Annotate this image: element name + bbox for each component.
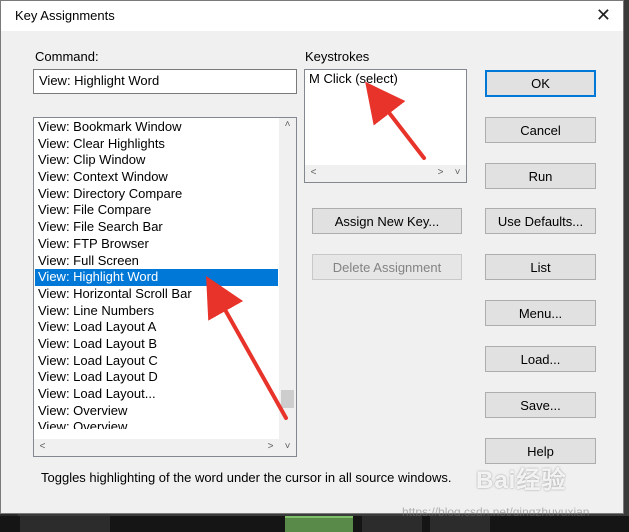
keystroke-list-item[interactable]: M Click (select): [306, 71, 464, 88]
list-button[interactable]: List: [485, 254, 596, 280]
watermark-logo: Bai经验: [476, 467, 567, 494]
command-list-item[interactable]: View: Full Screen: [35, 253, 278, 270]
keystrokes-label: Keystrokes: [305, 49, 370, 64]
key-assignments-dialog: Key Assignments ✕ Command: View: Highlig…: [0, 0, 624, 514]
command-list-item[interactable]: View: Context Window: [35, 169, 278, 186]
save-button[interactable]: Save...: [485, 392, 596, 418]
scroll-down-icon[interactable]: ˅: [449, 167, 466, 178]
taskbar: [0, 516, 629, 532]
use-defaults-button[interactable]: Use Defaults...: [485, 208, 596, 234]
scroll-down-icon[interactable]: ˅: [279, 441, 296, 452]
taskbar-item[interactable]: [430, 516, 490, 532]
command-list-item[interactable]: View: Load Layout B: [35, 336, 278, 353]
command-list-item[interactable]: View: Load Layout C: [35, 353, 278, 370]
command-list-item[interactable]: View: Horizontal Scroll Bar: [35, 286, 278, 303]
command-list-item[interactable]: View: FTP Browser: [35, 236, 278, 253]
command-list-item[interactable]: View: File Compare: [35, 202, 278, 219]
assign-new-key-button[interactable]: Assign New Key...: [312, 208, 462, 234]
command-list-item[interactable]: View: Clip Window: [35, 152, 278, 169]
taskbar-item-active[interactable]: [285, 516, 353, 532]
dialog-title: Key Assignments: [15, 8, 115, 23]
dialog-titlebar: Key Assignments ✕: [1, 1, 623, 31]
command-description: Toggles highlighting of the word under t…: [41, 470, 452, 485]
command-field[interactable]: View: Highlight Word: [33, 69, 297, 94]
command-hscrollbar[interactable]: < >: [34, 439, 279, 456]
cancel-button[interactable]: Cancel: [485, 117, 596, 143]
command-list-item[interactable]: View: Overview: [35, 403, 278, 420]
run-button[interactable]: Run: [485, 163, 596, 189]
scroll-right-icon[interactable]: >: [432, 167, 449, 178]
scroll-right-icon[interactable]: >: [262, 441, 279, 452]
command-list-item[interactable]: View: Load Layout...: [35, 386, 278, 403]
command-list-item[interactable]: View: Highlight Word: [35, 269, 278, 286]
command-vscrollbar[interactable]: ˄: [279, 118, 296, 439]
menu-button[interactable]: Menu...: [485, 300, 596, 326]
scrollbar-thumb[interactable]: [281, 390, 294, 408]
command-list-item[interactable]: View: File Search Bar: [35, 219, 278, 236]
command-list-item[interactable]: View: Overview: [35, 419, 278, 429]
delete-assignment-button[interactable]: Delete Assignment: [312, 254, 462, 280]
scroll-left-icon[interactable]: <: [34, 441, 51, 452]
close-icon[interactable]: ✕: [596, 5, 611, 25]
command-list-item[interactable]: View: Clear Highlights: [35, 136, 278, 153]
command-list-items: View: Bookmark Window View: Clear Highlig…: [35, 119, 278, 438]
ok-button[interactable]: OK: [485, 70, 596, 97]
scroll-corner: ˅: [279, 439, 296, 456]
keystrokes-list[interactable]: M Click (select) < > ˅: [304, 69, 467, 183]
command-list-item[interactable]: View: Directory Compare: [35, 186, 278, 203]
command-list-item[interactable]: View: Load Layout D: [35, 369, 278, 386]
keystrokes-hscrollbar[interactable]: < > ˅: [305, 165, 466, 182]
command-list-item[interactable]: View: Bookmark Window: [35, 119, 278, 136]
scroll-left-icon[interactable]: <: [305, 167, 322, 178]
keystrokes-list-items: M Click (select): [306, 71, 464, 164]
command-list[interactable]: View: Bookmark Window View: Clear Highlig…: [33, 117, 297, 457]
taskbar-item[interactable]: [362, 516, 422, 532]
taskbar-item[interactable]: [20, 516, 110, 532]
command-list-item[interactable]: View: Line Numbers: [35, 303, 278, 320]
load-button[interactable]: Load...: [485, 346, 596, 372]
command-list-item[interactable]: View: Load Layout A: [35, 319, 278, 336]
command-label: Command:: [35, 49, 99, 64]
scroll-up-icon[interactable]: ˄: [279, 119, 296, 130]
